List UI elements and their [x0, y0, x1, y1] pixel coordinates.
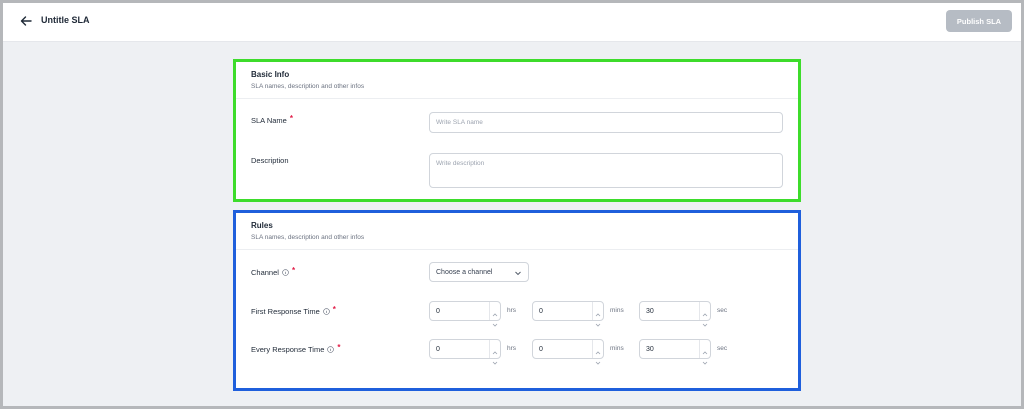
hrs-unit-label: hrs [507, 307, 517, 314]
every-response-mins-input[interactable]: 0 [532, 339, 604, 365]
rules-header: Rules SLA names, description and other i… [236, 213, 798, 250]
rules-title: Rules [251, 221, 273, 230]
spinner-up-icon[interactable] [492, 304, 498, 317]
spinner-down-icon[interactable] [595, 352, 601, 365]
first-response-label: First Response Time * [251, 305, 336, 316]
info-icon[interactable] [327, 346, 335, 353]
every-response-label-text: Every Response Time [251, 345, 325, 354]
basic-info-title: Basic Info [251, 70, 290, 79]
top-bar: Untitle SLA Publish SLA [3, 3, 1021, 42]
spinner-down-icon[interactable] [595, 314, 601, 327]
publish-sla-button[interactable]: Publish SLA [946, 10, 1012, 32]
rules-subtitle: SLA names, description and other infos [251, 234, 365, 241]
info-icon[interactable] [282, 269, 289, 276]
every-response-sec-value: 30 [646, 346, 654, 353]
every-response-mins-value: 0 [539, 346, 543, 353]
first-response-sec-input[interactable]: 30 [639, 301, 711, 327]
every-response-sec-input[interactable]: 30 [639, 339, 711, 365]
basic-info-card: Basic Info SLA names, description and ot… [233, 59, 801, 202]
first-response-mins-input[interactable]: 0 [532, 301, 604, 327]
channel-label: Channel * [251, 266, 296, 277]
number-spinner [699, 340, 710, 365]
number-spinner [489, 302, 500, 327]
first-response-hrs-input[interactable]: 0 [429, 301, 501, 327]
number-spinner [699, 302, 710, 327]
spinner-up-icon[interactable] [702, 342, 708, 355]
spinner-down-icon[interactable] [492, 352, 498, 365]
first-response-mins-value: 0 [539, 308, 543, 315]
required-mark: * [337, 343, 341, 352]
arrow-left-icon [20, 16, 32, 26]
sec-unit-label: sec [717, 307, 728, 314]
spinner-up-icon[interactable] [595, 304, 601, 317]
first-response-label-text: First Response Time [251, 307, 320, 316]
app-frame: Untitle SLA Publish SLA Basic Info SLA n… [0, 0, 1024, 409]
spinner-down-icon[interactable] [492, 314, 498, 327]
every-response-hrs-value: 0 [436, 346, 440, 353]
channel-select[interactable]: Choose a channel [429, 262, 529, 282]
spinner-up-icon[interactable] [492, 342, 498, 355]
channel-label-text: Channel [251, 268, 279, 277]
hrs-unit-label: hrs [507, 345, 517, 352]
every-response-label: Every Response Time * [251, 343, 341, 354]
sec-unit-label: sec [717, 345, 728, 352]
mins-unit-label: mins [610, 345, 624, 352]
description-label-text: Description [251, 156, 289, 165]
basic-info-header: Basic Info SLA names, description and ot… [236, 62, 798, 99]
sla-name-label-text: SLA Name [251, 116, 287, 125]
number-spinner [489, 340, 500, 365]
basic-info-subtitle: SLA names, description and other infos [251, 83, 365, 90]
number-spinner [592, 340, 603, 365]
first-response-hrs-value: 0 [436, 308, 440, 315]
spinner-up-icon[interactable] [595, 342, 601, 355]
rules-card: Rules SLA names, description and other i… [233, 210, 801, 391]
description-input[interactable] [429, 153, 783, 188]
page-title: Untitle SLA [41, 15, 90, 25]
number-spinner [592, 302, 603, 327]
sla-name-input[interactable] [429, 112, 783, 133]
sla-name-label: SLA Name * [251, 114, 293, 125]
back-button[interactable] [19, 14, 33, 28]
required-mark: * [289, 114, 293, 123]
required-mark: * [332, 305, 336, 314]
spinner-up-icon[interactable] [702, 304, 708, 317]
spinner-down-icon[interactable] [702, 314, 708, 327]
channel-select-value: Choose a channel [436, 268, 493, 276]
description-label: Description [251, 156, 289, 165]
every-response-hrs-input[interactable]: 0 [429, 339, 501, 365]
spinner-down-icon[interactable] [702, 352, 708, 365]
chevron-down-icon [515, 271, 521, 276]
required-mark: * [291, 266, 296, 275]
info-icon[interactable] [323, 308, 330, 315]
first-response-sec-value: 30 [646, 308, 654, 315]
mins-unit-label: mins [610, 307, 624, 314]
